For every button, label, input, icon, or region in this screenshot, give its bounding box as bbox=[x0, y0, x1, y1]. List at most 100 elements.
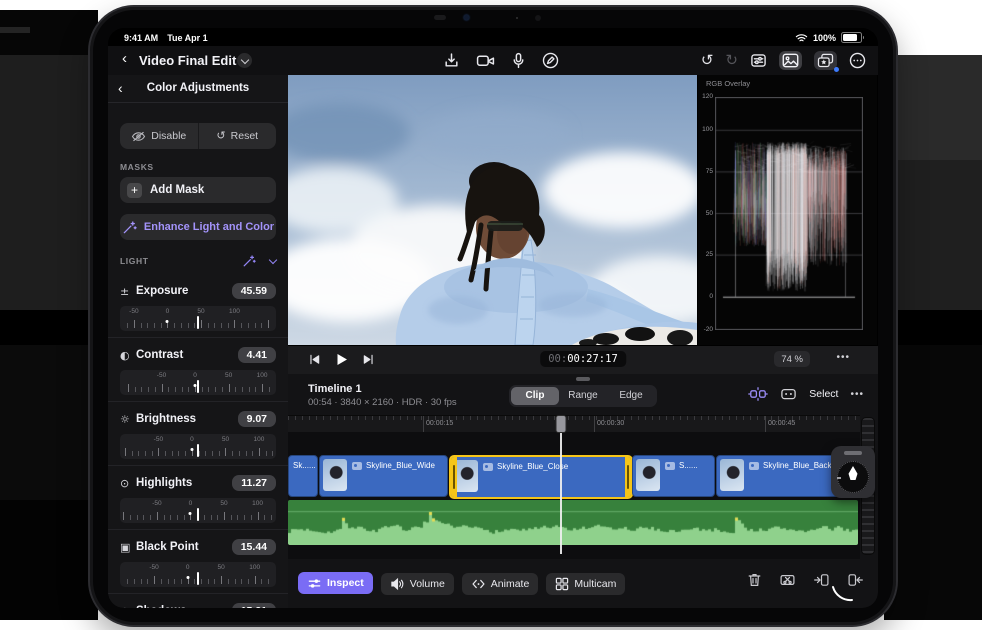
appearance-dial[interactable] bbox=[837, 461, 869, 493]
transport-bar: 00:00:27:17 74 % ••• bbox=[288, 345, 878, 374]
shadows-icon: ◎ bbox=[120, 605, 136, 609]
project-title[interactable]: Video Final Edit bbox=[139, 53, 236, 68]
camera-icon[interactable] bbox=[476, 52, 495, 69]
parameter-slider[interactable]: -50 0 50 100 bbox=[120, 370, 276, 395]
parameter-value[interactable]: 15.31 bbox=[231, 603, 276, 608]
mode-edge[interactable]: Edge bbox=[607, 387, 655, 405]
parameter-slider[interactable]: -50 0 50 100 bbox=[120, 498, 276, 523]
bg-block-left-4 bbox=[0, 500, 98, 620]
speaker-icon bbox=[390, 577, 405, 591]
project-title-dropdown[interactable] bbox=[237, 53, 252, 68]
undo-icon[interactable]: ↺ bbox=[701, 51, 714, 69]
parameter-row: ⊙ Highlights 11.27 -50 0 50 100 bbox=[108, 465, 288, 529]
wifi-icon bbox=[795, 33, 808, 41]
enhance-button[interactable]: Enhance Light and Color bbox=[120, 214, 276, 240]
status-bar: 9:41 AM Tue Apr 1 100% bbox=[108, 28, 878, 46]
parameter-value[interactable]: 45.59 bbox=[231, 283, 276, 299]
more-icon[interactable] bbox=[849, 52, 866, 69]
back-chevron-icon[interactable]: ‹ bbox=[122, 50, 127, 67]
parameter-slider[interactable]: -50 0 50 100 bbox=[120, 306, 276, 331]
color-adjustments-panel: ‹ Color Adjustments Disable ↺ Reset MASK… bbox=[108, 75, 289, 608]
blade-icon[interactable] bbox=[779, 572, 796, 588]
viewer-more-button[interactable]: ••• bbox=[836, 352, 850, 363]
multicam-button[interactable]: Multicam bbox=[546, 572, 626, 595]
inspect-button[interactable]: Inspect bbox=[298, 572, 373, 594]
media-icon[interactable] bbox=[782, 53, 799, 68]
clip-media-badge-icon bbox=[749, 462, 759, 470]
clip-appearance-popover[interactable] bbox=[831, 446, 875, 498]
clips-star-icon[interactable] bbox=[817, 53, 834, 68]
parameter-slider[interactable]: -50 0 50 100 bbox=[120, 434, 276, 459]
trash-icon[interactable] bbox=[747, 572, 762, 588]
capture-icon-group bbox=[443, 49, 559, 71]
redo-icon[interactable]: ↻ bbox=[725, 51, 738, 69]
parameter-value[interactable]: 9.07 bbox=[237, 411, 276, 427]
volume-button[interactable]: Volume bbox=[380, 572, 454, 595]
bg-block-right-3 bbox=[884, 310, 982, 345]
disable-button[interactable]: Disable bbox=[120, 123, 198, 149]
popover-handle[interactable] bbox=[844, 451, 862, 455]
trim-handle-left[interactable] bbox=[451, 457, 457, 497]
ruler-timecode-label: 00:00:15 bbox=[426, 420, 454, 427]
playhead-line[interactable] bbox=[560, 415, 562, 554]
import-icon[interactable] bbox=[443, 52, 460, 69]
bg-block-right-2 bbox=[884, 160, 982, 310]
light-section-header[interactable]: LIGHT bbox=[120, 254, 278, 268]
timeline-clip-selected[interactable]: Skyline_Blue_Close bbox=[449, 455, 633, 499]
mic-icon[interactable] bbox=[511, 52, 526, 69]
bg-block-left-3 bbox=[0, 345, 98, 500]
reset-button[interactable]: ↺ Reset bbox=[197, 123, 277, 149]
panel-header: ‹ Color Adjustments bbox=[108, 75, 288, 103]
audio-clip[interactable] bbox=[288, 500, 858, 545]
front-camera-icon bbox=[464, 15, 469, 20]
sensor-ring-icon bbox=[535, 15, 541, 21]
trim-handle-right[interactable] bbox=[625, 457, 631, 497]
black-point-icon: ▣ bbox=[120, 540, 131, 554]
timeline-ruler[interactable]: 00:00:15 00:00:30 00:00:45 bbox=[288, 415, 860, 433]
clip-thumbnail bbox=[454, 460, 478, 492]
playhead-handle[interactable] bbox=[555, 415, 567, 433]
scope-axis-label: 25 bbox=[705, 251, 713, 259]
clips-star-chip[interactable] bbox=[814, 50, 839, 72]
collapse-chevron-icon[interactable] bbox=[268, 255, 278, 265]
select-label[interactable]: Select bbox=[809, 388, 838, 400]
scope-axis-label: 50 bbox=[705, 209, 713, 217]
auto-wand-icon[interactable] bbox=[242, 254, 256, 268]
parameter-value[interactable]: 11.27 bbox=[232, 475, 276, 491]
panel-title: Color Adjustments bbox=[146, 82, 250, 94]
timeline-clip[interactable]: S...... bbox=[632, 455, 715, 497]
pencil-icon[interactable] bbox=[542, 52, 559, 69]
parameter-name: Brightness bbox=[136, 413, 197, 425]
insert-clip-icon[interactable] bbox=[813, 572, 830, 588]
eye-slash-icon bbox=[132, 131, 146, 141]
parameter-row: ◐ Contrast 4.41 -50 0 50 100 bbox=[108, 337, 288, 401]
animate-icon bbox=[471, 577, 486, 591]
parameter-slider[interactable]: -50 0 50 100 bbox=[120, 562, 276, 587]
parameter-value[interactable]: 4.41 bbox=[237, 347, 276, 363]
play-icon[interactable] bbox=[334, 352, 349, 367]
light-section-label: LIGHT bbox=[120, 256, 149, 266]
timeline-resize-handle[interactable] bbox=[576, 377, 590, 381]
select-tool-icon[interactable] bbox=[780, 387, 797, 401]
marketing-page: { "status": {"time": "9:41 AM", "date": … bbox=[0, 0, 982, 630]
animate-button[interactable]: Animate bbox=[461, 572, 539, 595]
timeline-more-button[interactable]: ••• bbox=[850, 389, 864, 400]
disable-label: Disable bbox=[151, 130, 187, 142]
mode-range[interactable]: Range bbox=[559, 387, 607, 405]
timeline-clip[interactable]: Sk...... bbox=[288, 455, 318, 497]
clip-media-badge-icon bbox=[352, 462, 362, 470]
timecode-display[interactable]: 00:00:27:17 bbox=[540, 351, 626, 367]
timeline-clip[interactable]: Skyline_Blue_Wide bbox=[319, 455, 448, 497]
mode-clip[interactable]: Clip bbox=[511, 387, 559, 405]
viewer-zoom-button[interactable]: 74 % bbox=[774, 351, 810, 367]
skip-back-icon[interactable] bbox=[308, 353, 321, 366]
adjustments-icon[interactable] bbox=[750, 52, 767, 69]
skip-forward-icon[interactable] bbox=[362, 353, 375, 366]
media-browser-chip[interactable] bbox=[779, 50, 802, 70]
add-mask-button[interactable]: + Add Mask bbox=[120, 177, 276, 203]
parameter-value[interactable]: 15.44 bbox=[231, 539, 276, 555]
smart-conform-icon[interactable] bbox=[748, 387, 769, 401]
timeline-name: Timeline 1 bbox=[308, 383, 362, 395]
timeline-header: Timeline 1 00:54 · 3840 × 2160 · HDR · 3… bbox=[288, 382, 878, 412]
video-viewer[interactable] bbox=[288, 75, 697, 345]
